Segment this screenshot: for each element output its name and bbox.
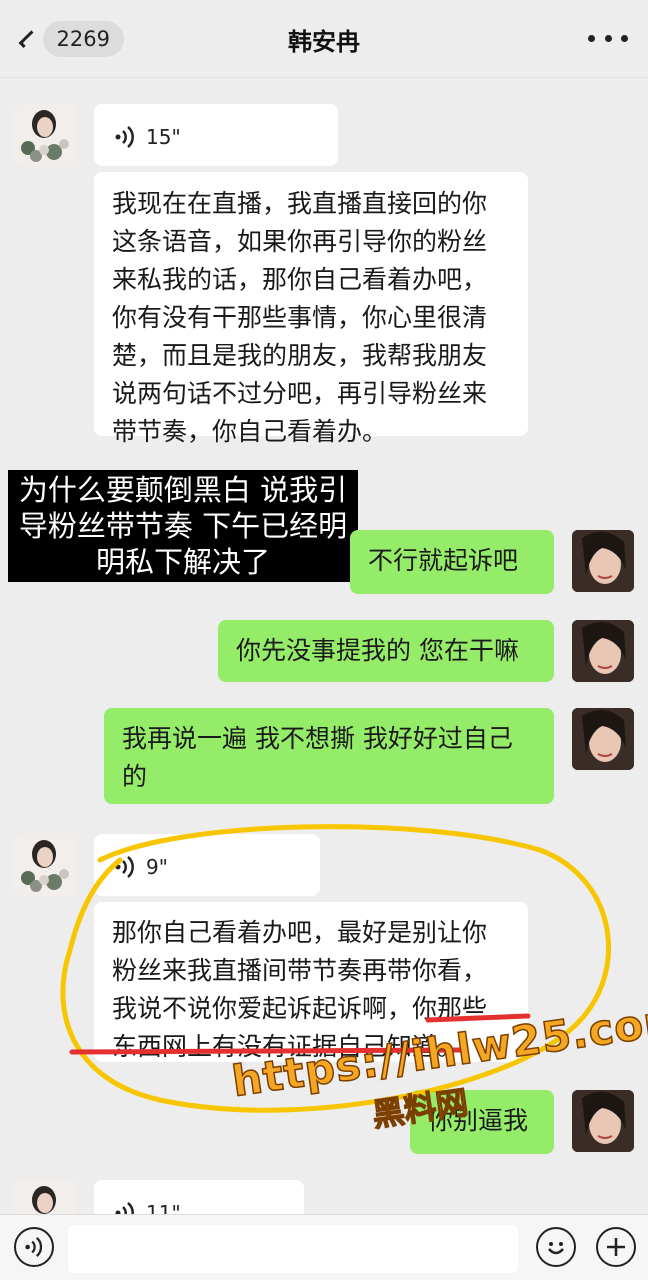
add-button[interactable] bbox=[596, 1227, 636, 1267]
emoji-icon bbox=[548, 1242, 564, 1255]
voice-icon bbox=[25, 1237, 43, 1257]
input-bar bbox=[0, 1214, 648, 1280]
message-input[interactable] bbox=[68, 1225, 518, 1273]
voice-input-button[interactable] bbox=[14, 1227, 54, 1267]
plus-icon bbox=[607, 1238, 625, 1256]
emoji-button[interactable] bbox=[536, 1227, 576, 1267]
